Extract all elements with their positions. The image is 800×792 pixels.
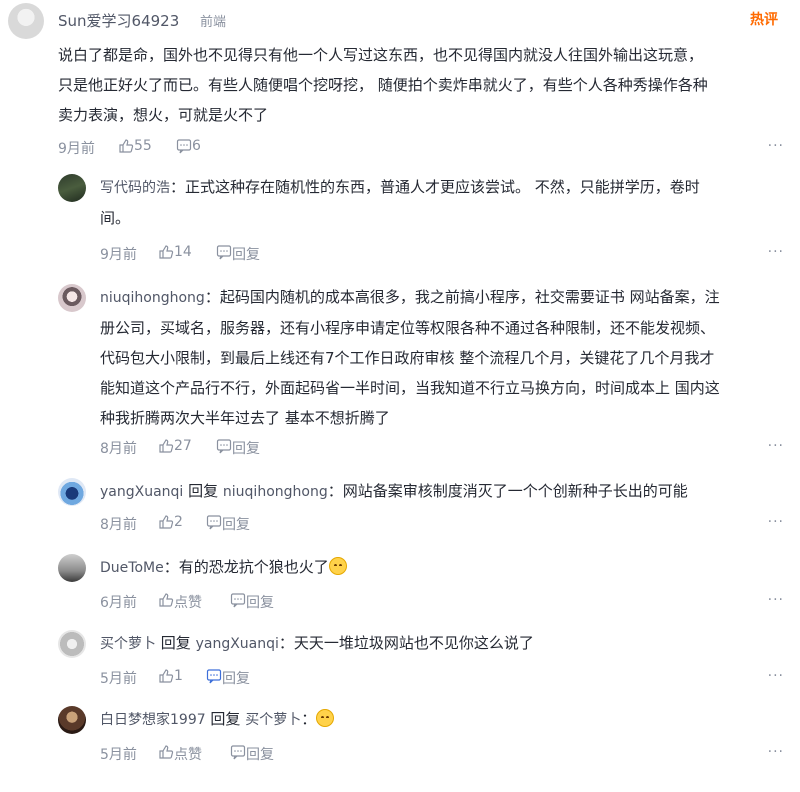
- reply-target-username[interactable]: 买个萝卜: [245, 712, 301, 728]
- more-dots-icon[interactable]: ···: [768, 244, 784, 260]
- reply-target-username[interactable]: yangXuanqi: [196, 636, 279, 652]
- avatar[interactable]: [58, 284, 86, 312]
- main-username[interactable]: Sun爱学习64923: [58, 10, 179, 31]
- thumbs-up-icon: [159, 515, 174, 529]
- reply-username[interactable]: niuqihonghong: [100, 290, 205, 306]
- comment-time: 9月前: [58, 141, 95, 157]
- thumbs-up-icon: [159, 593, 174, 607]
- avatar[interactable]: [8, 3, 44, 39]
- reply-actions: 8月前 27 回复 ···: [100, 438, 798, 458]
- reply-text: 买个萝卜 回复 yangXuanqi：天天一堆垃圾网站也不见你这么说了: [100, 634, 534, 652]
- comment-count-button[interactable]: 6: [176, 138, 201, 155]
- avatar[interactable]: [58, 706, 86, 734]
- like-button[interactable]: 55: [118, 138, 152, 155]
- thumbs-up-icon: [159, 439, 174, 453]
- main-comment-text: 说白了都是命，国外也不见得只有他一个人写过这东西，也不见得国内就没人往国外输出这…: [58, 46, 708, 124]
- comment-time: 5月前: [100, 671, 137, 687]
- reply-username[interactable]: 写代码的浩: [100, 180, 170, 196]
- like-button[interactable]: 27: [158, 438, 192, 455]
- thumbs-up-icon: [119, 139, 134, 153]
- hot-comment-badge: 热评: [750, 12, 778, 28]
- reply-actions: 5月前 点赞 回复 ···: [100, 744, 798, 764]
- smile-emoji-icon: [328, 557, 347, 575]
- more-dots-icon[interactable]: ···: [768, 438, 784, 454]
- comment-time: 5月前: [100, 747, 137, 763]
- avatar[interactable]: [58, 478, 86, 506]
- reply-text: niuqihonghong：起码国内随机的成本高很多，我之前搞小程序，社交需要证…: [100, 288, 720, 427]
- like-button[interactable]: 点赞: [158, 744, 202, 763]
- comment-time: 6月前: [100, 595, 137, 611]
- comment-time: 8月前: [100, 517, 137, 533]
- reply-button[interactable]: 回复: [206, 668, 250, 687]
- user-tag: 前端: [200, 15, 227, 30]
- comment-icon: [230, 593, 246, 608]
- reply-label: 回复: [210, 710, 241, 728]
- like-button[interactable]: 2: [158, 514, 183, 531]
- reply-actions: 6月前 点赞 回复 ···: [100, 592, 798, 612]
- reply-actions: 5月前 1 回复 ···: [100, 668, 798, 688]
- reply-button[interactable]: 回复: [216, 244, 260, 263]
- comment-icon: [216, 439, 232, 454]
- comment-time: 9月前: [100, 247, 137, 263]
- avatar[interactable]: [58, 174, 86, 202]
- reply-username[interactable]: 买个萝卜: [100, 636, 156, 652]
- reply-label: 回复: [160, 634, 191, 652]
- main-actions: 9月前 55 6 ···: [58, 138, 798, 158]
- reply-button[interactable]: 回复: [230, 744, 274, 763]
- like-button[interactable]: 点赞: [158, 592, 202, 611]
- like-button[interactable]: 1: [158, 668, 183, 685]
- reply-username[interactable]: yangXuanqi: [100, 484, 183, 500]
- more-dots-icon[interactable]: ···: [768, 138, 784, 154]
- more-dots-icon[interactable]: ···: [768, 744, 784, 760]
- comment-icon: [206, 669, 222, 684]
- reply-text: 写代码的浩：正式这种存在随机性的东西，普通人才更应该尝试。 不然，只能拼学历，卷…: [100, 178, 700, 227]
- reply-label: 回复: [188, 482, 219, 500]
- thumbs-up-icon: [159, 745, 174, 759]
- avatar[interactable]: [58, 554, 86, 582]
- thumbs-up-icon: [159, 245, 174, 259]
- comment-icon: [216, 245, 232, 260]
- like-button[interactable]: 14: [158, 244, 192, 261]
- reply-button[interactable]: 回复: [230, 592, 274, 611]
- more-dots-icon[interactable]: ···: [768, 668, 784, 684]
- thumbs-up-icon: [159, 669, 174, 683]
- reply-actions: 9月前 14 回复 ···: [100, 244, 798, 264]
- more-dots-icon[interactable]: ···: [768, 592, 784, 608]
- reply-button[interactable]: 回复: [216, 438, 260, 457]
- comment-time: 8月前: [100, 441, 137, 457]
- comment-icon: [230, 745, 246, 760]
- reply-target-username[interactable]: niuqihonghong: [223, 484, 328, 500]
- reply-username[interactable]: DueToMe: [100, 560, 164, 576]
- reply-text: yangXuanqi 回复 niuqihonghong：网站备案审核制度消灭了一…: [100, 482, 688, 500]
- reply-actions: 8月前 2 回复 ···: [100, 514, 798, 534]
- comment-icon: [176, 139, 192, 154]
- reply-username[interactable]: 白日梦想家1997: [100, 712, 206, 728]
- reply-button[interactable]: 回复: [206, 514, 250, 533]
- comment-icon: [206, 515, 222, 530]
- smile-emoji-icon: [316, 709, 335, 727]
- more-dots-icon[interactable]: ···: [768, 514, 784, 530]
- avatar[interactable]: [58, 630, 86, 658]
- reply-text: 白日梦想家1997 回复 买个萝卜：: [100, 704, 780, 735]
- reply-text: DueToMe：有的恐龙抗个狼也火了: [100, 552, 780, 583]
